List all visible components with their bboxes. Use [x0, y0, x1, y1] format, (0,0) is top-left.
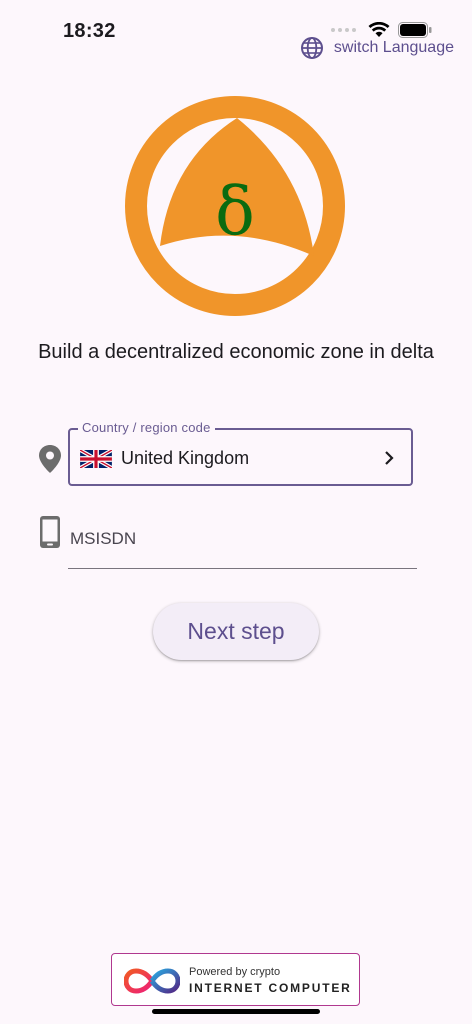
tagline: Build a decentralized economic zone in d…: [38, 341, 434, 363]
next-step-button[interactable]: Next step: [153, 603, 319, 660]
delta-logo: δ: [125, 96, 345, 316]
switch-language-label: switch Language: [333, 39, 454, 56]
delta-glyph: δ: [215, 173, 255, 250]
infinity-logo-icon: [124, 968, 180, 994]
powered-by-label: Powered by crypto: [189, 966, 281, 978]
phone-icon: [40, 516, 60, 548]
msisdn-input[interactable]: [68, 510, 417, 569]
internet-computer-label: INTERNET COMPUTER: [189, 981, 352, 995]
status-time: 18:32: [63, 20, 116, 42]
signal-dots-icon: [331, 28, 356, 32]
chevron-right-icon: [385, 451, 394, 465]
powered-by-internet-computer-badge[interactable]: Powered by crypto INTERNET COMPUTER: [111, 953, 360, 1006]
location-pin-icon: [39, 445, 61, 473]
uk-flag-icon: [80, 450, 112, 468]
country-value: United Kingdom: [121, 448, 250, 468]
globe-icon: [300, 37, 323, 59]
switch-language-button[interactable]: switch Language: [300, 36, 454, 60]
country-region-code-field[interactable]: Country / region code United Kingdom: [68, 420, 413, 486]
country-field-label: Country / region code: [78, 420, 215, 435]
home-indicator: [152, 1009, 320, 1014]
